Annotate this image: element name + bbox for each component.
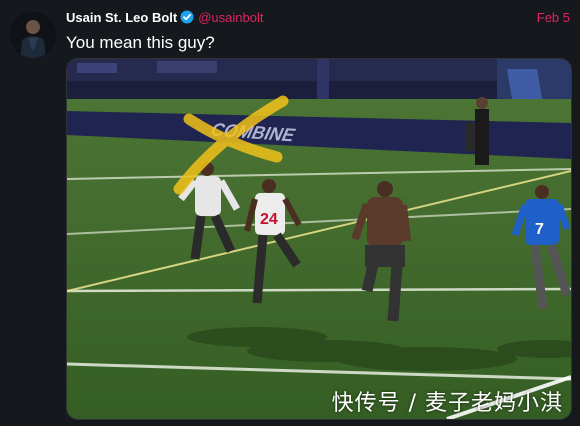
- avatar-image: [10, 12, 56, 58]
- tweet-text: You mean this guy?: [66, 33, 215, 52]
- jersey-number-7: 7: [535, 221, 544, 238]
- jersey-number-24: 24: [260, 211, 278, 228]
- tweet-card[interactable]: Usain St. Leo Bolt @usainbolt Feb 5 You m…: [0, 0, 580, 426]
- tweet-media-image[interactable]: COMBINE 24 7 快传号 / 麦子老妈小淇: [66, 58, 572, 420]
- tweet-header: Usain St. Leo Bolt @usainbolt Feb 5: [66, 10, 570, 28]
- author-name[interactable]: Usain St. Leo Bolt: [66, 10, 177, 25]
- media-watermark: 快传号 / 麦子老妈小淇: [331, 391, 563, 416]
- verified-badge-icon: [180, 10, 194, 27]
- tweet-date[interactable]: Feb 5: [537, 10, 570, 25]
- author-handle[interactable]: @usainbolt: [198, 10, 263, 25]
- football-field-photo: COMBINE 24 7: [67, 59, 571, 419]
- author-avatar[interactable]: [10, 12, 56, 58]
